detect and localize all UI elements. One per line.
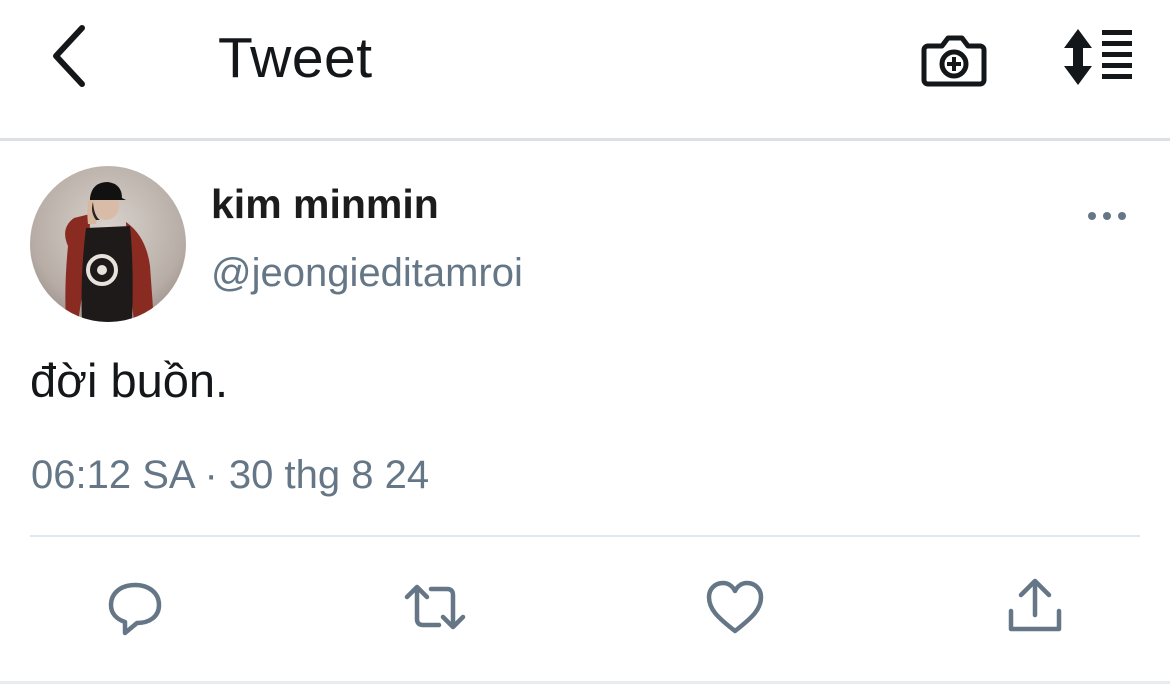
tweet-timestamp: 06:12 SA · 30 thg 8 24 <box>31 453 430 497</box>
top-bar: Tweet <box>0 0 1170 141</box>
camera-plus-icon <box>918 35 990 96</box>
retweet-button[interactable] <box>401 575 466 639</box>
more-horizontal-icon <box>1080 212 1134 240</box>
divider <box>30 535 1140 537</box>
heart-icon <box>703 575 767 639</box>
sort-list-icon <box>1056 29 1140 92</box>
timeline-sort-button[interactable] <box>1056 26 1140 88</box>
back-button[interactable] <box>38 22 98 94</box>
like-button[interactable] <box>703 575 767 639</box>
retweet-icon <box>401 575 466 639</box>
tweet-text: đời buồn. <box>30 354 229 407</box>
share-button[interactable] <box>1003 575 1067 639</box>
more-options-button[interactable] <box>1080 196 1134 236</box>
avatar[interactable] <box>30 166 186 322</box>
camera-button[interactable] <box>918 24 990 92</box>
share-icon <box>1003 575 1067 639</box>
reply-icon <box>103 575 167 639</box>
chevron-left-icon <box>48 24 88 93</box>
reply-button[interactable] <box>103 575 167 639</box>
author-display-name[interactable]: kim minmin <box>211 180 439 228</box>
author-handle[interactable]: @jeongieditamroi <box>211 249 523 297</box>
bottom-divider <box>0 681 1170 684</box>
page-title: Tweet <box>218 26 373 90</box>
